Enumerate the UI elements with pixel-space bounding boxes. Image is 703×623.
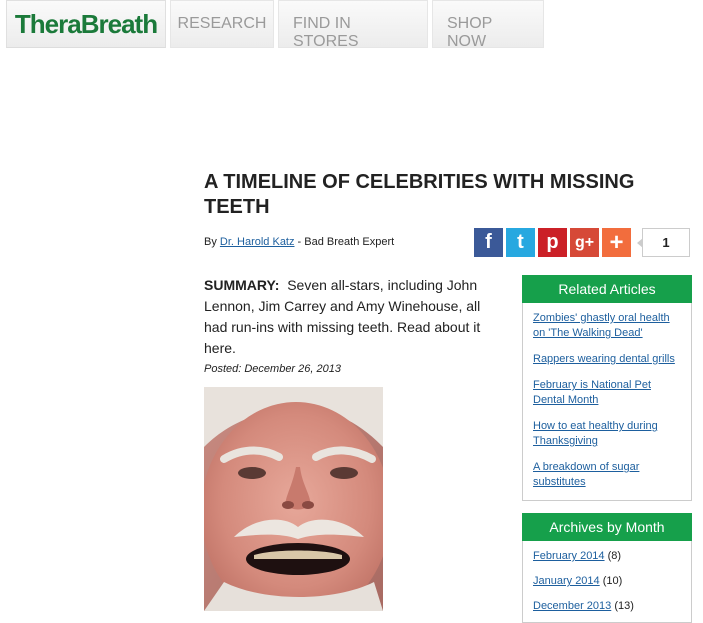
related-link[interactable]: A breakdown of sugar substitutes (533, 461, 639, 488)
addthis-icon[interactable]: + (602, 228, 631, 257)
list-item: January 2014 (10) (533, 574, 681, 589)
article-title: A TIMELINE OF CELEBRITIES WITH MISSING T… (204, 171, 635, 218)
nav-research[interactable]: RESEARCH (170, 0, 274, 48)
archive-count: (8) (607, 550, 622, 562)
list-item: February 2014 (8) (533, 549, 681, 564)
posted-date: Posted: December 26, 2013 (204, 363, 341, 375)
list-item: December 2013 (13) (533, 599, 681, 614)
face-photo-icon (204, 387, 383, 611)
byline-prefix: By (204, 236, 220, 248)
archive-link[interactable]: December 2013 (533, 600, 611, 612)
logo-text: TheraBreath (14, 8, 158, 39)
list-item: Zombies' ghastly oral health on 'The Wal… (533, 311, 681, 341)
facebook-icon[interactable]: f (474, 228, 503, 257)
related-link[interactable]: Rappers wearing dental grills (533, 353, 675, 365)
list-item: A breakdown of sugar substitutes (533, 460, 681, 490)
archive-link[interactable]: February 2014 (533, 550, 605, 562)
related-articles-list: Zombies' ghastly oral health on 'The Wal… (523, 303, 691, 490)
twitter-icon[interactable]: t (506, 228, 535, 257)
related-link[interactable]: Zombies' ghastly oral health on 'The Wal… (533, 312, 670, 339)
share-count: 1 (637, 228, 690, 257)
top-nav: TheraBreath RESEARCH FIND IN STORES SHOP… (6, 0, 544, 50)
related-link[interactable]: How to eat healthy during Thanksgiving (533, 420, 658, 447)
nav-shop-now[interactable]: SHOP NOW (432, 0, 544, 50)
archive-link[interactable]: January 2014 (533, 575, 600, 587)
share-bar: f t p g+ + (474, 228, 631, 257)
archives-heading: Archives by Month (522, 513, 692, 541)
article-photo (204, 387, 383, 611)
list-item: February is National Pet Dental Month (533, 378, 681, 408)
therabreath-logo[interactable]: TheraBreath (6, 0, 166, 48)
related-link[interactable]: February is National Pet Dental Month (533, 379, 651, 406)
summary-label: SUMMARY: (204, 277, 280, 293)
nav-find-in-stores[interactable]: FIND IN STORES (278, 0, 428, 50)
pinterest-icon[interactable]: p (538, 228, 567, 257)
list-item: How to eat healthy during Thanksgiving (533, 419, 681, 449)
archives-list: February 2014 (8) January 2014 (10) Dece… (523, 541, 691, 614)
byline-suffix: - Bad Breath Expert (294, 236, 395, 248)
google-plus-icon[interactable]: g+ (570, 228, 599, 257)
archive-count: (13) (614, 600, 634, 612)
archive-count: (10) (602, 575, 623, 587)
related-articles-heading: Related Articles (522, 275, 692, 303)
list-item: Rappers wearing dental grills (533, 352, 681, 367)
related-articles-panel: Related Articles Zombies' ghastly oral h… (522, 275, 692, 501)
byline: By Dr. Harold Katz - Bad Breath Expert (204, 236, 394, 248)
author-link[interactable]: Dr. Harold Katz (220, 236, 295, 248)
archives-panel: Archives by Month February 2014 (8) Janu… (522, 513, 692, 623)
article-summary: SUMMARY: Seven all-stars, including John… (204, 275, 494, 359)
